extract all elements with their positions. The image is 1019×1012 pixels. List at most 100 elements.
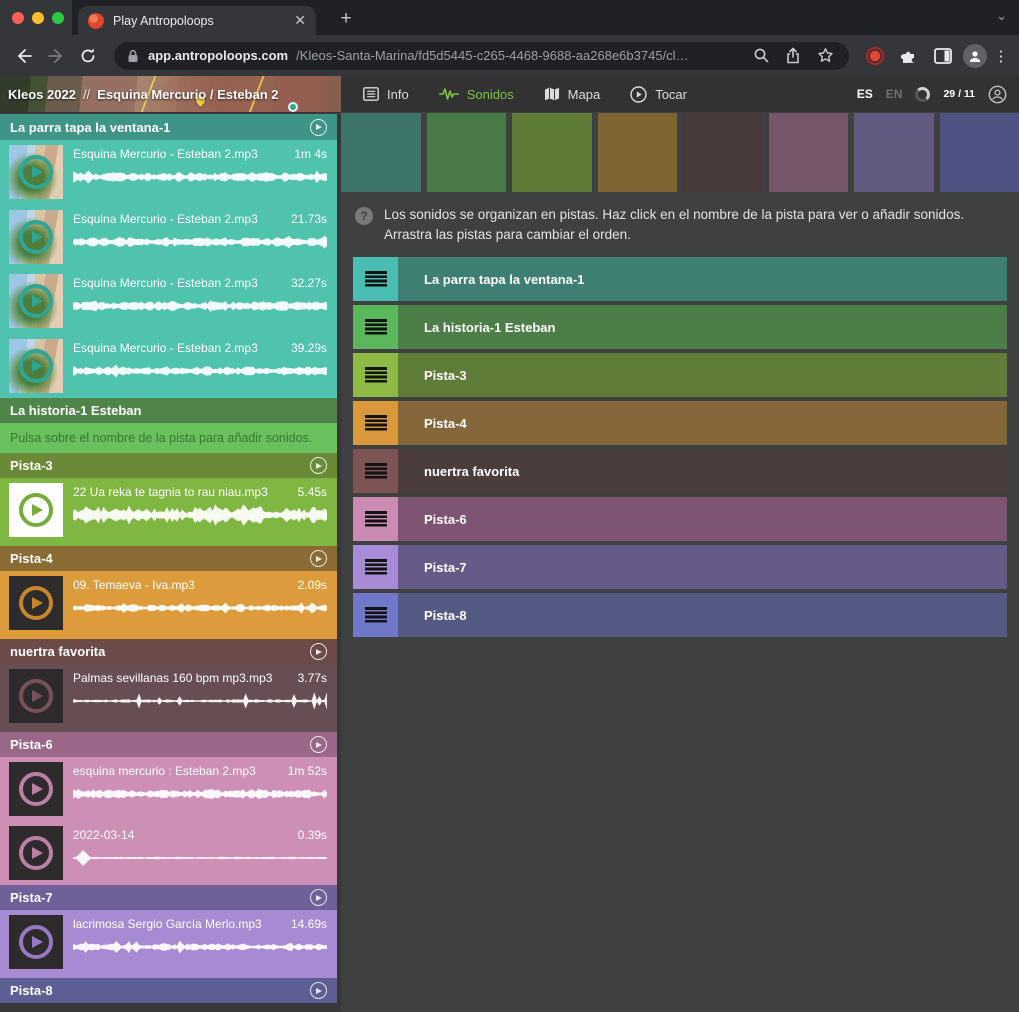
track-swatch[interactable] <box>427 113 507 192</box>
new-tab-button[interactable]: + <box>332 5 360 33</box>
close-window-icon[interactable] <box>12 12 24 24</box>
record-indicator-icon[interactable] <box>861 42 889 70</box>
clip-thumbnail[interactable] <box>9 483 63 537</box>
track-row[interactable]: Pista-6 <box>353 497 1007 541</box>
track-row[interactable]: Pista-4 <box>353 401 1007 445</box>
audio-clip[interactable]: 09. Temaeva - Iva.mp32.09s <box>0 571 337 639</box>
clip-thumbnail[interactable] <box>9 826 63 880</box>
track-row[interactable]: Pista-7 <box>353 545 1007 589</box>
project-name[interactable]: Kleos 2022 <box>8 87 76 102</box>
side-panel-icon[interactable] <box>929 42 957 70</box>
play-track-button[interactable] <box>310 889 327 906</box>
play-track-button[interactable] <box>310 457 327 474</box>
extensions-puzzle-icon[interactable] <box>895 42 923 70</box>
browser-tab[interactable]: Play Antropoloops ✕ <box>78 6 316 35</box>
minimize-window-icon[interactable] <box>32 12 44 24</box>
sidebar-track-header[interactable]: Pista-6 <box>0 732 337 757</box>
audio-clip[interactable]: 22 Ua reka te tagnia to rau niau.mp35.45… <box>0 478 337 546</box>
audio-clip[interactable]: Esquina Mercurio - Esteban 2.mp31m 4s <box>0 140 337 205</box>
clip-thumbnail[interactable] <box>9 339 63 393</box>
clip-play-icon[interactable] <box>19 284 53 318</box>
tab-info[interactable]: Info <box>363 87 409 102</box>
sidebar-track-header[interactable]: Pista-7 <box>0 885 337 910</box>
drag-handle[interactable] <box>353 593 398 637</box>
clip-play-icon[interactable] <box>19 155 53 189</box>
audio-clip[interactable]: Esquina Mercurio - Esteban 2.mp339.29s <box>0 334 337 399</box>
drag-handle[interactable] <box>353 305 398 349</box>
play-track-button[interactable] <box>310 643 327 660</box>
drag-handle[interactable] <box>353 449 398 493</box>
audio-clip[interactable]: esquina mercurio : Esteban 2.mp31m 52s <box>0 757 337 821</box>
track-row-name[interactable]: La parra tapa la ventana-1 <box>398 257 1007 301</box>
track-swatch[interactable] <box>769 113 849 192</box>
share-icon[interactable] <box>781 47 805 65</box>
tab-mapa[interactable]: Mapa <box>544 87 601 102</box>
track-swatch[interactable] <box>854 113 934 192</box>
sidebar-track-header[interactable]: La parra tapa la ventana-1 <box>0 114 337 140</box>
clip-thumbnail[interactable] <box>9 669 63 723</box>
sidebar-track-header[interactable]: Pista-3 <box>0 453 337 478</box>
track-swatch[interactable] <box>683 113 763 192</box>
clip-play-icon[interactable] <box>19 493 53 527</box>
track-row-name[interactable]: nuertra favorita <box>398 449 1007 493</box>
track-row[interactable]: Pista-8 <box>353 593 1007 637</box>
back-icon[interactable] <box>10 42 38 70</box>
track-row-name[interactable]: La historia-1 Esteban <box>398 305 1007 349</box>
track-swatch[interactable] <box>341 113 421 192</box>
clip-thumbnail[interactable] <box>9 145 63 199</box>
track-swatch[interactable] <box>512 113 592 192</box>
audio-clip[interactable]: Esquina Mercurio - Esteban 2.mp321.73s <box>0 205 337 270</box>
reload-icon[interactable] <box>74 42 102 70</box>
profile-avatar[interactable] <box>963 44 987 68</box>
clip-play-icon[interactable] <box>19 586 53 620</box>
tab-tocar[interactable]: Tocar <box>630 86 687 103</box>
play-track-button[interactable] <box>310 119 327 136</box>
clip-thumbnail[interactable] <box>9 762 63 816</box>
track-row-name[interactable]: Pista-4 <box>398 401 1007 445</box>
track-row-name[interactable]: Pista-8 <box>398 593 1007 637</box>
track-row-name[interactable]: Pista-3 <box>398 353 1007 397</box>
drag-handle[interactable] <box>353 545 398 589</box>
drag-handle[interactable] <box>353 401 398 445</box>
track-row[interactable]: nuertra favorita <box>353 449 1007 493</box>
clip-play-icon[interactable] <box>19 349 53 383</box>
track-row-name[interactable]: Pista-6 <box>398 497 1007 541</box>
zoom-icon[interactable] <box>749 47 773 64</box>
chevron-down-icon[interactable]: ⌄ <box>996 8 1007 24</box>
track-row-name[interactable]: Pista-7 <box>398 545 1007 589</box>
url-bar[interactable]: app.antropoloops.com/Kleos-Santa-Marina/… <box>114 42 849 70</box>
sidebar-track-header[interactable]: Pista-8 <box>0 978 337 1003</box>
track-row[interactable]: La historia-1 Esteban <box>353 305 1007 349</box>
clip-play-icon[interactable] <box>19 679 53 713</box>
audio-clip[interactable]: lacrimosa Sergio García Merlo.mp314.69s <box>0 910 337 978</box>
close-tab-icon[interactable]: ✕ <box>294 12 306 29</box>
tab-sonidos[interactable]: Sonidos <box>439 86 514 102</box>
clip-thumbnail[interactable] <box>9 576 63 630</box>
clip-play-icon[interactable] <box>19 772 53 806</box>
play-track-button[interactable] <box>310 550 327 567</box>
drag-handle[interactable] <box>353 353 398 397</box>
clip-play-icon[interactable] <box>19 925 53 959</box>
track-swatch[interactable] <box>598 113 678 192</box>
bookmark-star-icon[interactable] <box>813 47 837 64</box>
track-row[interactable]: Pista-3 <box>353 353 1007 397</box>
lang-en-button[interactable]: EN <box>886 87 903 101</box>
drag-handle[interactable] <box>353 257 398 301</box>
sidebar-track-header[interactable]: La historia-1 Esteban <box>0 398 337 423</box>
drag-handle[interactable] <box>353 497 398 541</box>
sidebar-track-header[interactable]: nuertra favorita <box>0 639 337 664</box>
zoom-window-icon[interactable] <box>52 12 64 24</box>
clip-play-icon[interactable] <box>19 220 53 254</box>
menu-dots-icon[interactable]: ⋮ <box>993 47 1009 65</box>
clip-thumbnail[interactable] <box>9 274 63 328</box>
audio-clip[interactable]: 2022-03-140.39s <box>0 821 337 885</box>
track-swatch[interactable] <box>940 113 1019 192</box>
forward-icon[interactable] <box>42 42 70 70</box>
play-track-button[interactable] <box>310 982 327 999</box>
clip-thumbnail[interactable] <box>9 210 63 264</box>
clip-play-icon[interactable] <box>19 836 53 870</box>
lang-es-button[interactable]: ES <box>857 87 873 101</box>
audio-clip[interactable]: Esquina Mercurio - Esteban 2.mp332.27s <box>0 269 337 334</box>
track-row[interactable]: La parra tapa la ventana-1 <box>353 257 1007 301</box>
sidebar-track-header[interactable]: Pista-4 <box>0 546 337 571</box>
